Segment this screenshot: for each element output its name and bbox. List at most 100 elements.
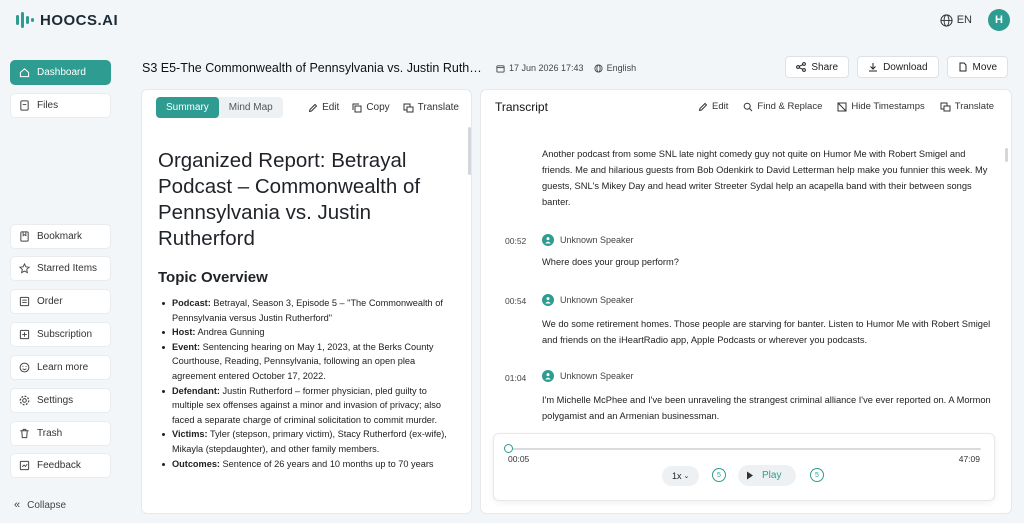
- sidebar-item-label: Trash: [37, 428, 63, 439]
- audio-player: 00:05 47:09 1x ⌄ 5 Play 5: [493, 433, 995, 501]
- segment-text: I'm Michelle McPhee and I've been unrave…: [542, 395, 991, 421]
- transcript-translate-button[interactable]: Translate: [940, 101, 994, 112]
- sidebar-item-dashboard[interactable]: Dashboard: [10, 60, 111, 85]
- bullet-text: Tyler (stepson, primary victim), Stacy R…: [172, 429, 447, 454]
- segment-time[interactable]: 00:54: [505, 296, 526, 306]
- app-logo[interactable]: HOOCS.AI: [16, 12, 118, 29]
- speaker-name: Unknown Speaker: [560, 295, 634, 305]
- list-item: Outcomes: Sentence of 26 years and 10 mo…: [158, 457, 450, 472]
- forward-button[interactable]: 5: [810, 468, 824, 482]
- tab-summary[interactable]: Summary: [156, 97, 219, 118]
- top-bar: HOOCS.AI EN H: [0, 0, 1024, 40]
- transcript-intro: Another podcast from some SNL late night…: [542, 149, 988, 207]
- sidebar-item-label: Dashboard: [37, 67, 86, 78]
- smile-icon: [19, 362, 30, 373]
- list-item: Defendant: Justin Rutherford – former ph…: [158, 384, 450, 428]
- document-header: S3 E5-The Commonwealth of Pennsylvania v…: [130, 52, 1016, 84]
- speaker-label[interactable]: Unknown Speaker: [542, 234, 634, 246]
- double-chevron-left-icon: «: [14, 499, 21, 511]
- sidebar: Dashboard Files Bookmark Starred Items O…: [0, 52, 122, 523]
- play-button[interactable]: Play: [738, 465, 796, 486]
- download-button[interactable]: Download: [857, 56, 939, 78]
- sidebar-item-bookmark[interactable]: Bookmark: [10, 224, 111, 249]
- segment-text: Where does your group perform?: [542, 257, 679, 267]
- sidebar-item-label: Feedback: [37, 460, 81, 471]
- speaker-label[interactable]: Unknown Speaker: [542, 370, 634, 382]
- move-button[interactable]: Move: [946, 56, 1008, 78]
- bullet-label: Outcomes:: [172, 458, 220, 469]
- created-date: 17 Jun 2026 17:43: [509, 63, 584, 73]
- translate-icon: [403, 103, 414, 112]
- move-label: Move: [972, 61, 997, 73]
- sidebar-item-label: Bookmark: [37, 231, 83, 242]
- summary-copy-button[interactable]: Copy: [352, 102, 390, 113]
- download-icon: [869, 63, 878, 72]
- bullet-text: Sentence of 26 years and 10 months up to…: [220, 458, 434, 469]
- bullet-text: Andrea Gunning: [195, 327, 265, 338]
- share-label: Share: [811, 61, 839, 73]
- playback-speed-select[interactable]: 1x ⌄: [662, 466, 700, 486]
- bullet-label: Defendant:: [172, 385, 220, 396]
- speaker-label[interactable]: Unknown Speaker: [542, 294, 634, 306]
- app-name: HOOCS.AI: [40, 11, 119, 29]
- hide-ts-label: Hide Timestamps: [851, 101, 925, 112]
- sidebar-item-files[interactable]: Files: [10, 93, 111, 118]
- progress-track[interactable]: [508, 448, 981, 450]
- transcript-edit-button[interactable]: Edit: [698, 101, 728, 112]
- section-title: Topic Overview: [158, 269, 268, 286]
- calendar-icon: [496, 64, 505, 73]
- bullet-label: Event:: [172, 341, 201, 352]
- summary-scrollbar[interactable]: [468, 127, 471, 175]
- summary-list: Podcast: Betrayal, Season 3, Episode 5 –…: [158, 296, 450, 471]
- share-icon: [796, 62, 807, 72]
- speaker-name: Unknown Speaker: [560, 235, 634, 245]
- bullet-text: Betrayal, Season 3, Episode 5 – "The Com…: [172, 298, 443, 323]
- total-time: 47:09: [958, 454, 980, 464]
- sidebar-item-learn-more[interactable]: Learn more: [10, 355, 111, 380]
- sidebar-item-order[interactable]: Order: [10, 289, 111, 314]
- view-toggle: Summary Mind Map: [156, 97, 283, 118]
- summary-edit-button[interactable]: Edit: [308, 102, 339, 113]
- share-button[interactable]: Share: [785, 56, 850, 78]
- hide-timestamps-button[interactable]: Hide Timestamps: [837, 101, 925, 112]
- pencil-icon: [308, 103, 318, 112]
- segment-time[interactable]: 01:04: [505, 373, 526, 383]
- sidebar-item-starred[interactable]: Starred Items: [10, 256, 111, 281]
- progress-handle[interactable]: [504, 444, 514, 453]
- sidebar-item-subscription[interactable]: Subscription: [10, 322, 111, 347]
- file-icon: [20, 100, 29, 111]
- rewind-button[interactable]: 5: [712, 468, 726, 482]
- sidebar-item-feedback[interactable]: Feedback: [10, 453, 111, 478]
- summary-panel: Summary Mind Map Edit Copy Translate Org…: [141, 89, 472, 514]
- collapse-button[interactable]: « Collapse: [14, 499, 66, 511]
- sidebar-item-settings[interactable]: Settings: [10, 388, 111, 413]
- bullet-label: Victims:: [172, 429, 208, 440]
- date-meta: 17 Jun 2026 17:43 English: [496, 63, 636, 73]
- language-switcher[interactable]: EN: [940, 13, 972, 27]
- bullet-text: Sentencing hearing on May 1, 2023, at th…: [172, 341, 434, 381]
- summary-translate-button[interactable]: Translate: [403, 102, 459, 113]
- play-label: Play: [762, 470, 782, 481]
- audio-language: English: [606, 63, 637, 73]
- download-label: Download: [883, 61, 928, 73]
- find-label: Find & Replace: [757, 101, 823, 112]
- avatar[interactable]: H: [988, 9, 1010, 31]
- list-item: Host: Andrea Gunning: [158, 325, 450, 340]
- find-replace-button[interactable]: Find & Replace: [743, 101, 822, 112]
- page-title: S3 E5-The Commonwealth of Pennsylvania v…: [142, 61, 484, 75]
- copy-label: Copy: [366, 102, 390, 113]
- language-code: EN: [956, 14, 972, 26]
- summary-content: Organized Report: Betrayal Podcast – Com…: [158, 148, 450, 471]
- sidebar-item-trash[interactable]: Trash: [10, 421, 111, 446]
- copy-icon: [352, 103, 362, 112]
- pencil-icon: [698, 102, 708, 111]
- bookmark-icon: [20, 231, 29, 242]
- subscription-icon: [19, 329, 30, 340]
- sidebar-item-label: Subscription: [37, 329, 93, 340]
- speed-value: 1x: [672, 471, 682, 481]
- sidebar-item-label: Settings: [37, 395, 74, 406]
- tab-mind-map[interactable]: Mind Map: [219, 97, 283, 118]
- globe-icon: [594, 63, 603, 73]
- segment-time[interactable]: 00:52: [505, 236, 526, 246]
- list-item: Victims: Tyler (stepson, primary victim)…: [158, 427, 450, 456]
